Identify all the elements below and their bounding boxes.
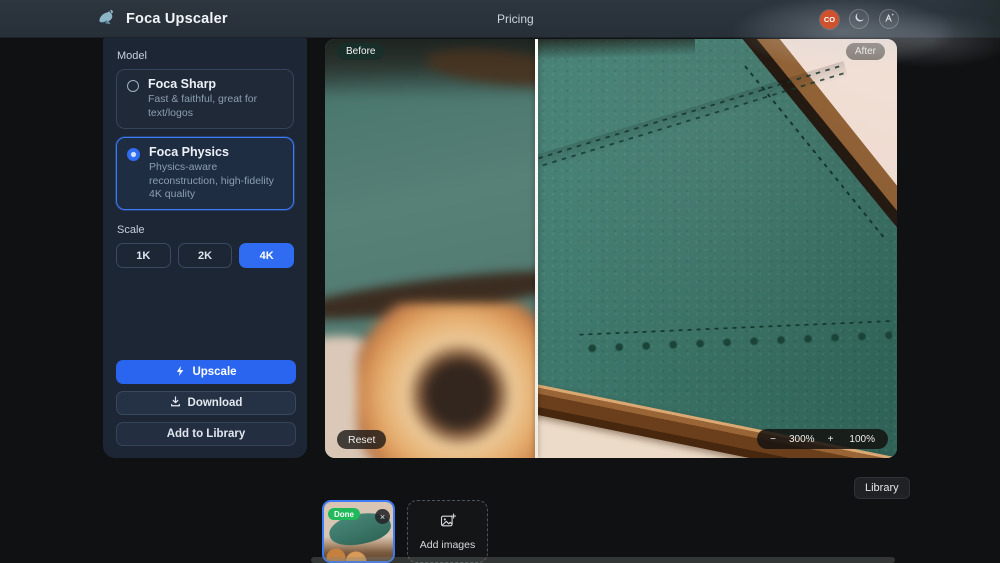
brand: Foca Upscaler bbox=[97, 0, 228, 38]
avatar[interactable]: CO bbox=[820, 10, 839, 29]
dark-mode-toggle-button[interactable] bbox=[849, 9, 869, 29]
zoom-reset-100-button[interactable]: 100% bbox=[841, 434, 883, 445]
seal-logo-icon bbox=[97, 8, 119, 30]
add-images-label: Add images bbox=[420, 539, 475, 551]
close-icon: × bbox=[380, 512, 385, 522]
model-section-label: Model bbox=[117, 50, 294, 62]
scale-option-4k[interactable]: 4K bbox=[239, 243, 294, 268]
zoom-in-button[interactable]: + bbox=[820, 434, 842, 445]
scale-section-label: Scale bbox=[117, 224, 294, 236]
scale-option-1k[interactable]: 1K bbox=[116, 243, 171, 268]
lightning-bolt-icon bbox=[175, 365, 185, 380]
radio-unchecked[interactable] bbox=[127, 80, 139, 92]
upscale-button-label: Upscale bbox=[192, 366, 236, 378]
model-option-text: Foca Sharp Fast & faithful, great for te… bbox=[148, 77, 285, 121]
app-title: Foca Upscaler bbox=[126, 11, 228, 27]
sidebar-actions: Upscale Download Add to Library bbox=[116, 360, 296, 446]
scale-button-group: 1K 2K 4K bbox=[116, 243, 294, 268]
zoom-level-value: 300% bbox=[784, 434, 820, 445]
before-image bbox=[325, 39, 536, 458]
radio-checked[interactable] bbox=[127, 148, 140, 161]
library-button[interactable]: Library bbox=[854, 477, 910, 499]
model-name: Foca Sharp bbox=[148, 77, 285, 91]
before-image-blur bbox=[325, 39, 536, 458]
add-images-dropzone[interactable]: Add images bbox=[407, 500, 488, 563]
dock-scrollbar[interactable] bbox=[311, 557, 895, 563]
download-button[interactable]: Download bbox=[116, 391, 296, 415]
zoom-out-button[interactable]: − bbox=[762, 434, 784, 445]
download-button-label: Download bbox=[188, 397, 243, 409]
language-icon bbox=[884, 10, 895, 28]
download-icon bbox=[170, 396, 181, 410]
language-button[interactable] bbox=[879, 9, 899, 29]
zoom-controls: − 300% + 100% bbox=[757, 429, 888, 449]
comparison-viewer[interactable]: Before After Reset − 300% + 100% bbox=[325, 39, 897, 458]
nav-pricing-link[interactable]: Pricing bbox=[497, 0, 534, 38]
foca-upscaler-app: Foca Upscaler Pricing CO Model bbox=[0, 0, 1000, 563]
model-description: Fast & faithful, great for text/logos bbox=[148, 93, 285, 121]
moon-icon bbox=[854, 10, 865, 28]
model-description: Physics-aware reconstruction, high-fidel… bbox=[149, 161, 285, 203]
after-badge: After bbox=[846, 43, 885, 60]
model-option-text: Foca Physics Physics-aware reconstructio… bbox=[149, 145, 285, 203]
upscale-button[interactable]: Upscale bbox=[116, 360, 296, 384]
model-name: Foca Physics bbox=[149, 145, 285, 159]
scale-option-2k[interactable]: 2K bbox=[178, 243, 233, 268]
before-after-divider-handle[interactable] bbox=[535, 39, 538, 458]
add-to-library-button[interactable]: Add to Library bbox=[116, 422, 296, 446]
remove-thumbnail-button[interactable]: × bbox=[375, 509, 390, 524]
model-option-foca-sharp[interactable]: Foca Sharp Fast & faithful, great for te… bbox=[116, 69, 294, 129]
model-option-foca-physics[interactable]: Foca Physics Physics-aware reconstructio… bbox=[116, 137, 294, 211]
reset-view-button[interactable]: Reset bbox=[337, 430, 386, 449]
status-badge: Done bbox=[328, 508, 360, 520]
header-actions: CO bbox=[820, 0, 899, 38]
add-to-library-button-label: Add to Library bbox=[167, 428, 246, 440]
settings-sidebar: Model Foca Sharp Fast & faithful, great … bbox=[103, 38, 307, 458]
image-thumbnail[interactable]: Done × bbox=[322, 500, 395, 563]
add-image-icon bbox=[440, 513, 456, 534]
before-badge: Before bbox=[337, 43, 384, 60]
